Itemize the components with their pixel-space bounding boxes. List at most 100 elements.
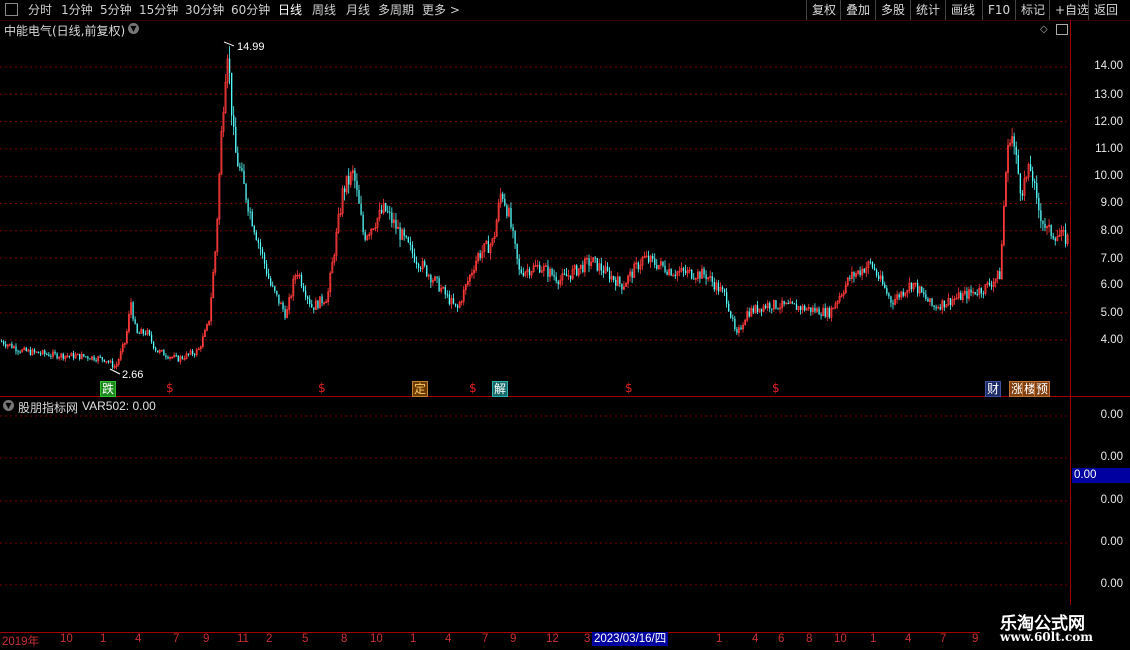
event-marker-dollar[interactable]: $: [468, 381, 478, 395]
indicator-chart[interactable]: [0, 412, 1070, 598]
candle: [389, 211, 391, 213]
candle: [588, 258, 590, 266]
candle: [93, 356, 95, 361]
candle: [48, 354, 50, 357]
candle: [405, 235, 407, 238]
price-chart[interactable]: 14.99 2.66: [0, 36, 1070, 396]
candle: [362, 214, 364, 233]
period-monthly[interactable]: 月线: [346, 2, 370, 18]
diamond-icon[interactable]: ◇: [1040, 24, 1048, 35]
candle: [348, 175, 350, 185]
candle: [239, 166, 241, 169]
candle: [528, 269, 531, 276]
period-multi[interactable]: 多周期: [378, 2, 414, 18]
candle: [276, 290, 278, 295]
candle: [249, 211, 251, 213]
event-marker-dollar[interactable]: $: [165, 381, 175, 395]
f10-button[interactable]: F10: [982, 0, 1015, 20]
candle: [411, 244, 414, 254]
back-button[interactable]: 返回: [1088, 0, 1123, 20]
candle: [730, 311, 732, 318]
high-pointer: [223, 41, 235, 47]
event-marker-drop[interactable]: 跌: [100, 381, 117, 397]
price-axis: 14.00 13.00 12.00 11.00 10.00 9.00 8.00 …: [1070, 20, 1130, 632]
candle: [1032, 170, 1034, 182]
candle: [818, 308, 820, 315]
period-30min[interactable]: 30分钟: [185, 2, 224, 18]
date-label: 1: [410, 633, 417, 645]
candle: [619, 276, 621, 284]
date-label: 1: [870, 633, 877, 645]
period-15min[interactable]: 15分钟: [139, 2, 178, 18]
event-marker-dollar[interactable]: $: [771, 381, 781, 395]
candle: [50, 356, 52, 358]
candle: [943, 300, 946, 308]
candle: [721, 287, 724, 290]
period-1min[interactable]: 1分钟: [61, 2, 93, 18]
candle: [11, 344, 13, 349]
period-weekly[interactable]: 周线: [312, 2, 336, 18]
period-toolbar: 分时 1分钟 5分钟 15分钟 30分钟 60分钟 日线 周线 月线 多周期 更…: [0, 0, 1130, 21]
candle: [282, 302, 284, 310]
mark-button[interactable]: 标记: [1015, 0, 1050, 20]
candle: [615, 279, 617, 286]
y-tick: 14.00: [1094, 60, 1123, 72]
candle: [875, 269, 878, 276]
date-label: 1: [716, 633, 723, 645]
candle: [364, 232, 366, 240]
candle: [682, 268, 685, 271]
candle: [664, 265, 666, 272]
candle: [354, 170, 356, 181]
candle: [1034, 181, 1036, 183]
multi-stock-button[interactable]: 多股: [875, 0, 910, 20]
candle: [976, 294, 978, 296]
candle: [502, 193, 504, 199]
chevron-down-icon[interactable]: ▼: [128, 23, 139, 34]
event-marker-finance[interactable]: 财: [985, 381, 1002, 397]
event-marker-unlock[interactable]: 解: [492, 381, 509, 397]
candle: [594, 257, 596, 259]
overlay-button[interactable]: 叠加: [840, 0, 875, 20]
period-60min[interactable]: 60分钟: [231, 2, 270, 18]
y-tick: 11.00: [1095, 143, 1123, 155]
candle: [760, 308, 763, 312]
candle: [403, 229, 405, 236]
period-5min[interactable]: 5分钟: [100, 2, 132, 18]
candle: [576, 265, 578, 276]
stats-button[interactable]: 统计: [910, 0, 945, 20]
date-label: 4: [445, 633, 452, 645]
period-daily[interactable]: 日线: [278, 2, 302, 18]
candle: [820, 314, 822, 316]
chevron-down-icon[interactable]: ▼: [3, 400, 14, 411]
toolbar-menu-icon[interactable]: [5, 3, 18, 16]
candle: [356, 180, 358, 190]
period-minute-chart[interactable]: 分时: [28, 2, 52, 18]
event-marker-dollar[interactable]: $: [624, 381, 634, 395]
adjust-button[interactable]: 复权: [806, 0, 841, 20]
candle: [877, 275, 880, 280]
candle: [62, 353, 64, 359]
candle: [1064, 230, 1067, 244]
candle: [175, 355, 177, 357]
event-marker-placement[interactable]: 定: [412, 381, 429, 397]
candle: [40, 353, 42, 355]
panel-divider: [0, 396, 1130, 397]
event-marker-dollar[interactable]: $: [317, 381, 327, 395]
candle: [413, 253, 416, 262]
candle: [29, 349, 32, 355]
candle: [810, 307, 812, 312]
candle: [1017, 155, 1019, 174]
candle: [37, 351, 40, 354]
window-toggle-icon[interactable]: [1056, 24, 1068, 35]
period-more[interactable]: 更多 >: [422, 2, 460, 18]
candle: [935, 306, 937, 309]
event-marker-forecast[interactable]: 预: [1034, 381, 1051, 397]
candle: [261, 249, 264, 254]
candle: [72, 353, 75, 359]
candle: [231, 72, 233, 116]
candle: [79, 353, 81, 359]
draw-line-button[interactable]: 画线: [945, 0, 980, 20]
candle: [95, 360, 97, 362]
candle: [557, 281, 559, 285]
date-label: 7: [173, 633, 180, 645]
